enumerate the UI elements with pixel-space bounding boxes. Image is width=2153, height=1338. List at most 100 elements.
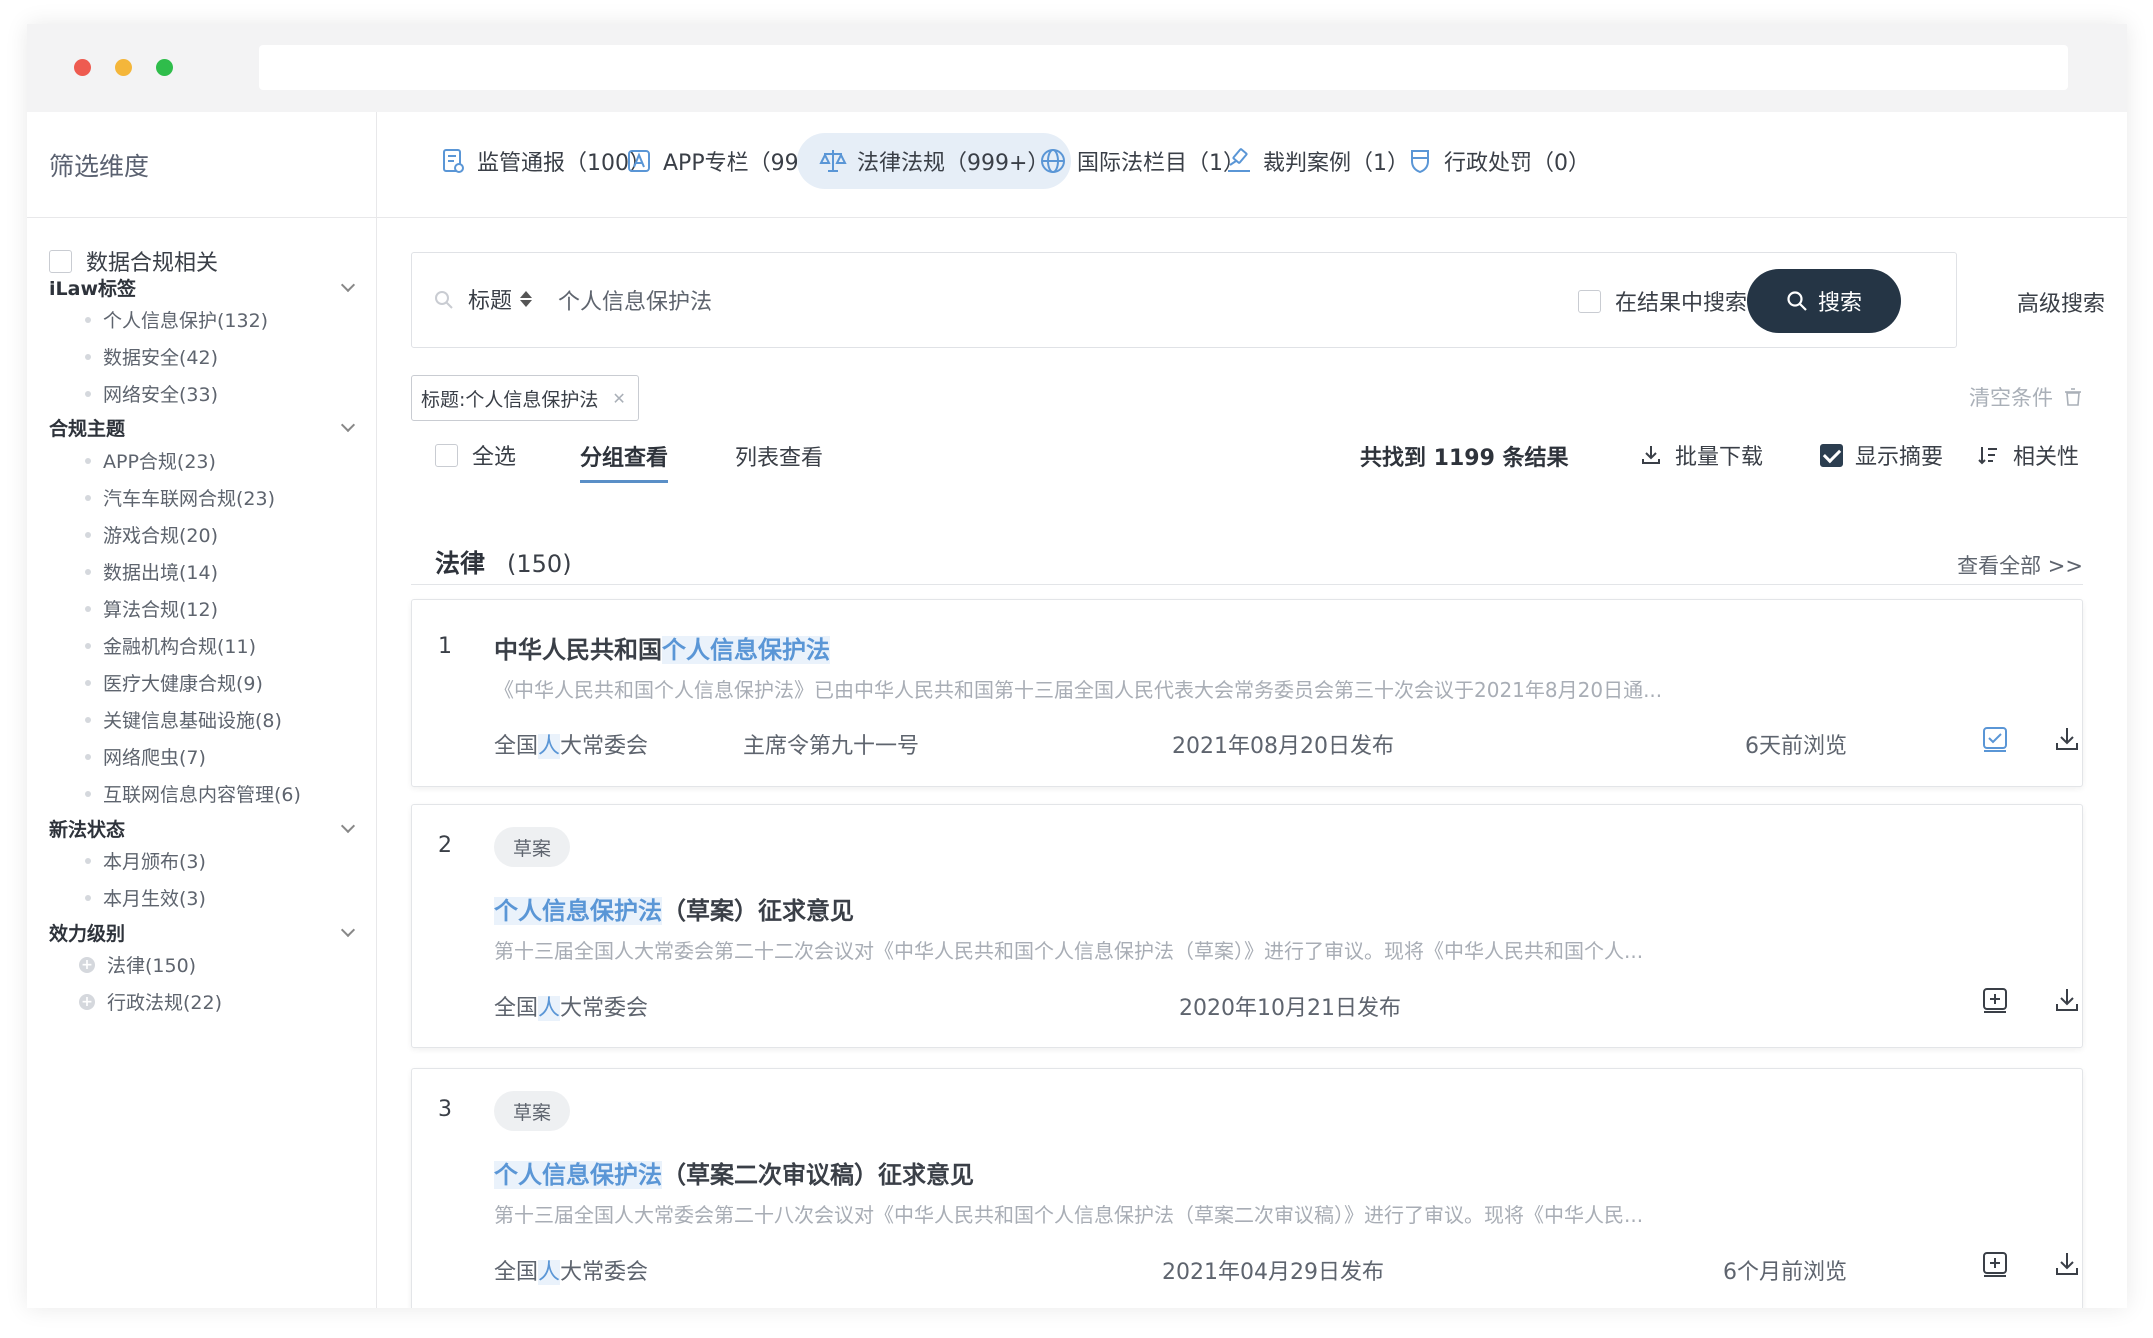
filter-item-label: 游戏合规(20): [103, 525, 219, 547]
filter-item[interactable]: 网络爬虫(7): [85, 743, 206, 770]
filter-item[interactable]: 关键信息基础设施(8): [85, 706, 282, 733]
filter-group-compliance-topic[interactable]: 合规主题: [49, 414, 359, 441]
bullet-icon: [85, 316, 91, 323]
issuer-highlight: 人: [538, 1260, 561, 1285]
compliance-checkbox[interactable]: [49, 249, 72, 273]
filter-item[interactable]: 算法合规(12): [85, 595, 218, 622]
filter-item[interactable]: 本月颁布(3): [85, 847, 206, 874]
result-abstract: 第十三届全国人大常委会第二十八次会议对《中华人民共和国个人信息保护法（草案二次审…: [494, 1203, 1644, 1227]
expand-plus-icon[interactable]: +: [79, 956, 95, 973]
result-date: 2021年04月29日发布: [1162, 1260, 1384, 1285]
add-to-list-icon[interactable]: [1980, 985, 2010, 1015]
bullet-icon: [85, 568, 91, 575]
result-number: 2: [438, 833, 452, 858]
filter-group-label: 新法状态: [49, 819, 126, 841]
section-title: 法律: [435, 549, 486, 578]
filter-item-label: 行政法规(22): [107, 992, 223, 1014]
filter-item[interactable]: + 法律(150): [79, 951, 196, 978]
filter-group-new-law-status[interactable]: 新法状态: [49, 815, 359, 842]
search-in-results-toggle[interactable]: 在结果中搜索: [1578, 285, 1747, 317]
minimize-window-button[interactable]: [115, 59, 132, 76]
add-to-list-icon[interactable]: [1980, 1249, 2010, 1279]
download-icon[interactable]: [2052, 985, 2082, 1015]
filter-item[interactable]: APP合规(23): [85, 447, 216, 474]
select-all-toggle[interactable]: 全选: [435, 439, 516, 471]
added-checked-icon[interactable]: [1980, 724, 2010, 754]
download-icon[interactable]: [2052, 1249, 2082, 1279]
filter-group-effect-level[interactable]: 效力级别: [49, 919, 359, 946]
filter-item-label: 网络安全(33): [103, 384, 219, 406]
sort-relevance-button[interactable]: 相关性: [1977, 439, 2079, 471]
show-abstract-toggle[interactable]: 显示摘要: [1820, 439, 1943, 471]
search-button[interactable]: 搜索: [1747, 269, 1901, 333]
title-text: （草案）征求意见: [662, 897, 854, 925]
filter-group-label: 合规主题: [49, 418, 126, 440]
result-card[interactable]: 2 草案 个人信息保护法（草案）征求意见 第十三届全国人大常委会第二十二次会议对…: [411, 804, 2083, 1048]
issuer-highlight: 人: [538, 996, 561, 1021]
filter-item[interactable]: 医疗大健康合规(9): [85, 669, 263, 696]
close-window-button[interactable]: [74, 59, 91, 76]
group-view-tab[interactable]: 分组查看: [580, 440, 669, 483]
filter-item-label: 汽车车联网合规(23): [103, 488, 276, 510]
compliance-filter-checkbox-row[interactable]: 数据合规相关: [49, 245, 218, 277]
filter-item[interactable]: 金融机构合规(11): [85, 632, 256, 659]
tab-administrative-penalty[interactable]: 行政处罚（0）: [1384, 133, 1612, 189]
result-title[interactable]: 个人信息保护法（草案二次审议稿）征求意见: [494, 1155, 974, 1190]
download-icon[interactable]: [2052, 724, 2082, 754]
scale-icon: [819, 150, 847, 172]
issuer-highlight: 人: [538, 734, 561, 759]
filter-sidebar: 筛选维度 数据合规相关 iLaw标签 个人信息保护(132) 数据安全(42) …: [27, 112, 377, 1308]
filter-item-label: 医疗大健康合规(9): [103, 673, 263, 695]
batch-download-label: 批量下载: [1675, 445, 1764, 470]
select-all-checkbox[interactable]: [435, 443, 458, 467]
result-card[interactable]: 3 草案 个人信息保护法（草案二次审议稿）征求意见 第十三届全国人大常委会第二十…: [411, 1068, 2083, 1308]
maximize-window-button[interactable]: [156, 59, 173, 76]
chevron-down-icon[interactable]: [340, 922, 356, 937]
result-card[interactable]: 1 中华人民共和国个人信息保护法 《中华人民共和国个人信息保护法》已由中华人民共…: [411, 599, 2083, 787]
search-button-label: 搜索: [1817, 291, 1862, 316]
advanced-search-link[interactable]: 高级搜索: [2017, 286, 2105, 318]
chevron-down-icon[interactable]: [340, 818, 356, 833]
filter-group-label: 效力级别: [49, 923, 126, 945]
filter-item[interactable]: + 行政法规(22): [79, 988, 222, 1015]
bullet-icon: [85, 679, 91, 686]
bullet-icon: [85, 353, 91, 360]
search-field-select[interactable]: 标题: [468, 283, 533, 315]
filter-item[interactable]: 汽车车联网合规(23): [85, 484, 275, 511]
search-input[interactable]: [558, 278, 1258, 322]
trash-icon: [2065, 388, 2081, 406]
list-view-tab[interactable]: 列表查看: [735, 440, 823, 472]
batch-download-button[interactable]: 批量下载: [1639, 439, 1763, 471]
filter-item[interactable]: 个人信息保护(132): [85, 306, 268, 333]
title-highlight: 个人信息保护法: [494, 1161, 662, 1189]
title-bar: [27, 24, 2127, 112]
result-abstract: 《中华人民共和国个人信息保护法》已由中华人民共和国第十三届全国人民代表大会常务委…: [494, 678, 1663, 702]
bullet-icon: [85, 790, 91, 797]
filter-item[interactable]: 数据出境(14): [85, 558, 218, 585]
filter-item[interactable]: 本月生效(3): [85, 884, 206, 911]
filter-group-ilaw[interactable]: iLaw标签: [49, 274, 359, 301]
filter-item[interactable]: 数据安全(42): [85, 343, 218, 370]
chevron-down-icon[interactable]: [340, 417, 356, 432]
chevron-down-icon[interactable]: [340, 277, 356, 292]
close-icon[interactable]: ✕: [612, 389, 625, 408]
filter-item[interactable]: 网络安全(33): [85, 380, 218, 407]
show-abstract-checkbox[interactable]: [1820, 443, 1843, 467]
clear-conditions-button[interactable]: 清空条件: [1969, 382, 2083, 412]
shield-icon: [1411, 150, 1429, 174]
view-all-link[interactable]: 查看全部 >>: [1957, 550, 2083, 580]
filter-item[interactable]: 互联网信息内容管理(6): [85, 780, 301, 807]
filter-item[interactable]: 游戏合规(20): [85, 521, 218, 548]
sort-arrows-icon: [520, 291, 533, 307]
bullet-icon: [85, 753, 91, 760]
expand-plus-icon[interactable]: +: [79, 993, 95, 1010]
address-bar[interactable]: [259, 45, 2068, 90]
search-in-results-checkbox[interactable]: [1578, 289, 1601, 313]
result-issuer: 全国人大常委会: [494, 728, 648, 760]
filter-item-label: 本月颁布(3): [103, 851, 206, 873]
result-title[interactable]: 个人信息保护法（草案）征求意见: [494, 891, 854, 926]
result-title[interactable]: 中华人民共和国个人信息保护法: [494, 630, 830, 665]
title-text: 中华人民共和国: [494, 636, 662, 664]
category-tabs: 监管通报（100） APP专栏（999+） 法律法规（999+） 国际法栏目（1…: [377, 112, 2127, 218]
bullet-icon: [85, 390, 91, 397]
